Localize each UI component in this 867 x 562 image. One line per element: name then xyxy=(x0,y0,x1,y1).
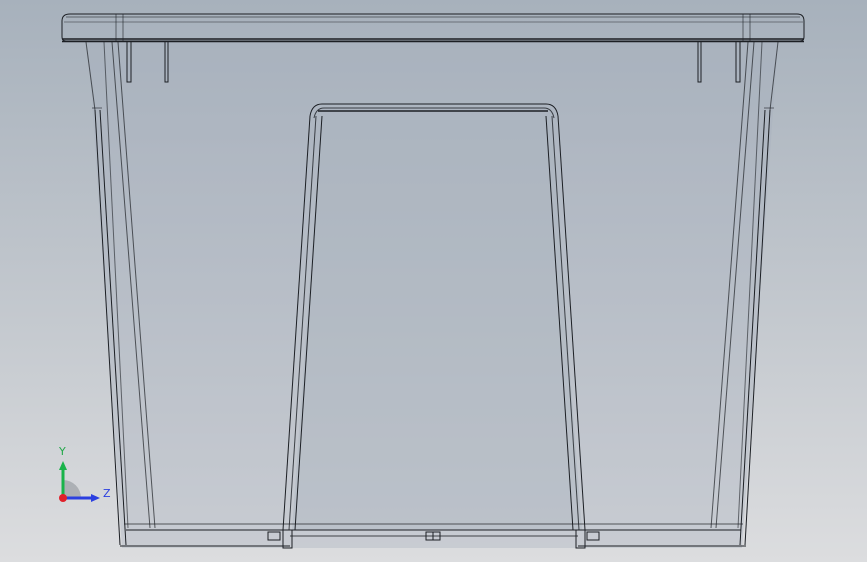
view-orientation-triad: Y Z xyxy=(58,445,111,502)
top-rim xyxy=(61,13,805,43)
z-axis-label: Z xyxy=(103,487,111,500)
part-body xyxy=(88,42,778,548)
x-axis-dot xyxy=(59,494,67,502)
y-axis-arrowhead xyxy=(59,461,67,470)
part-model-view[interactable]: Y Z xyxy=(0,0,867,562)
center-cutout-face xyxy=(292,108,582,530)
z-axis-arrowhead xyxy=(91,494,100,502)
y-axis-label: Y xyxy=(58,445,66,458)
graphics-viewport[interactable]: Y Z xyxy=(0,0,867,562)
